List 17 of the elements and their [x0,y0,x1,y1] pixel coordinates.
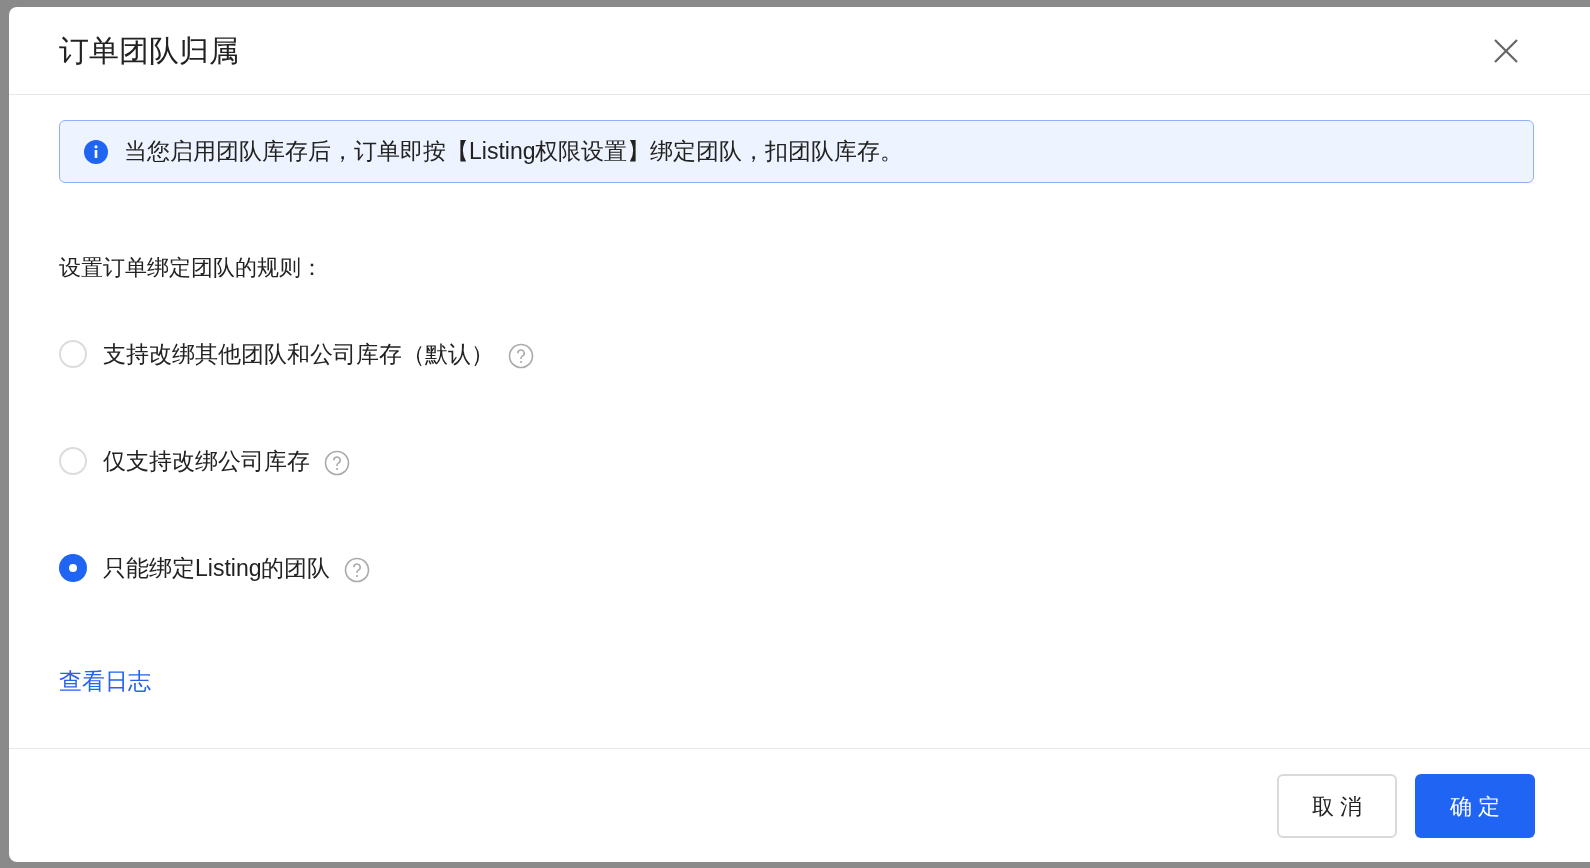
radio-button[interactable] [59,340,87,368]
alert-text: 当您启用团队库存后，订单即按【Listing权限设置】绑定团队，扣团队库存。 [124,137,904,167]
help-icon[interactable] [508,343,534,369]
confirm-button[interactable]: 确 定 [1415,774,1535,838]
option-label: 只能绑定Listing的团队 [103,553,331,583]
dialog-title: 订单团队归属 [59,33,239,69]
view-log-link[interactable]: 查看日志 [59,664,151,699]
help-icon[interactable] [344,557,371,583]
close-icon[interactable] [1493,37,1519,64]
radio-button[interactable] [59,554,87,582]
rule-label: 设置订单绑定团队的规则： [59,254,323,282]
option-label: 支持改绑其他团队和公司库存（默认） [103,339,494,369]
info-icon [84,139,108,164]
help-icon[interactable] [324,450,350,476]
cancel-button[interactable]: 取 消 [1277,774,1397,838]
option-label: 仅支持改绑公司库存 [103,446,310,476]
radio-button[interactable] [59,447,87,475]
